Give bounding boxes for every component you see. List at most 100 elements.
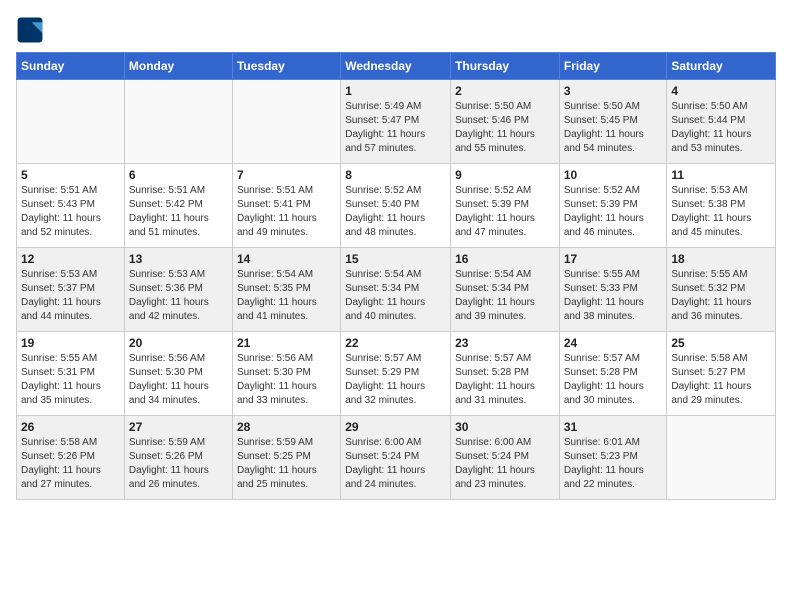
day-number: 16	[455, 252, 555, 266]
day-info: Sunrise: 5:55 AM Sunset: 5:31 PM Dayligh…	[21, 352, 120, 408]
day-info: Sunrise: 5:56 AM Sunset: 5:30 PM Dayligh…	[129, 352, 228, 408]
calendar-header: SundayMondayTuesdayWednesdayThursdayFrid…	[17, 53, 776, 80]
day-info: Sunrise: 5:57 AM Sunset: 5:28 PM Dayligh…	[564, 352, 663, 408]
calendar-cell: 7 Sunrise: 5:51 AM Sunset: 5:41 PM Daylig…	[232, 164, 340, 248]
calendar-cell: 16Sunrise: 5:54 AM Sunset: 5:34 PM Dayli…	[451, 248, 560, 332]
day-info: Sunrise: 5:53 AM Sunset: 5:36 PM Dayligh…	[129, 268, 228, 324]
weekday-header: Friday	[559, 53, 667, 80]
day-info: Sunrise: 5:59 AM Sunset: 5:26 PM Dayligh…	[129, 436, 228, 492]
day-info: Sunrise: 5:53 AM Sunset: 5:37 PM Dayligh…	[21, 268, 120, 324]
day-info: Sunrise: 5:56 AM Sunset: 5:30 PM Dayligh…	[237, 352, 336, 408]
calendar-cell	[232, 80, 340, 164]
day-number: 24	[564, 336, 663, 350]
page-header	[16, 16, 776, 44]
day-number: 22	[345, 336, 446, 350]
day-number: 23	[455, 336, 555, 350]
calendar-cell: 9 Sunrise: 5:52 AM Sunset: 5:39 PM Daylig…	[451, 164, 560, 248]
calendar-week-row: 12 Sunrise: 5:53 AM Sunset: 5:37 PM Dayli…	[17, 248, 776, 332]
day-number: 27	[129, 420, 228, 434]
calendar-cell: 31 Sunrise: 6:01 AM Sunset: 5:23 PM Dayli…	[559, 416, 667, 500]
day-number: 7	[237, 168, 336, 182]
day-number: 26	[21, 420, 120, 434]
day-info: Sunrise: 5:51 AM Sunset: 5:43 PM Dayligh…	[21, 184, 120, 240]
calendar-cell: 28Sunrise: 5:59 AM Sunset: 5:25 PM Dayli…	[232, 416, 340, 500]
calendar-cell	[17, 80, 125, 164]
header-row: SundayMondayTuesdayWednesdayThursdayFrid…	[17, 53, 776, 80]
day-number: 2	[455, 84, 555, 98]
day-info: Sunrise: 5:50 AM Sunset: 5:46 PM Dayligh…	[455, 100, 555, 156]
weekday-header: Tuesday	[232, 53, 340, 80]
calendar-cell: 8Sunrise: 5:52 AM Sunset: 5:40 PM Daylig…	[341, 164, 451, 248]
day-number: 21	[237, 336, 336, 350]
day-info: Sunrise: 5:50 AM Sunset: 5:44 PM Dayligh…	[671, 100, 771, 156]
weekday-header: Sunday	[17, 53, 125, 80]
day-number: 4	[671, 84, 771, 98]
calendar-cell: 11 Sunrise: 5:53 AM Sunset: 5:38 PM Dayli…	[667, 164, 776, 248]
calendar-table: SundayMondayTuesdayWednesdayThursdayFrid…	[16, 52, 776, 500]
calendar-cell: 24 Sunrise: 5:57 AM Sunset: 5:28 PM Dayli…	[559, 332, 667, 416]
day-number: 9	[455, 168, 555, 182]
day-info: Sunrise: 5:52 AM Sunset: 5:40 PM Dayligh…	[345, 184, 446, 240]
day-number: 29	[345, 420, 446, 434]
calendar-cell: 14 Sunrise: 5:54 AM Sunset: 5:35 PM Dayli…	[232, 248, 340, 332]
calendar-cell: 23 Sunrise: 5:57 AM Sunset: 5:28 PM Dayli…	[451, 332, 560, 416]
day-info: Sunrise: 6:01 AM Sunset: 5:23 PM Dayligh…	[564, 436, 663, 492]
calendar-cell: 21 Sunrise: 5:56 AM Sunset: 5:30 PM Dayli…	[232, 332, 340, 416]
day-number: 1	[345, 84, 446, 98]
calendar-cell	[667, 416, 776, 500]
calendar-cell: 13Sunrise: 5:53 AM Sunset: 5:36 PM Dayli…	[124, 248, 232, 332]
calendar-cell	[124, 80, 232, 164]
calendar-cell: 15 Sunrise: 5:54 AM Sunset: 5:34 PM Dayli…	[341, 248, 451, 332]
day-info: Sunrise: 5:54 AM Sunset: 5:34 PM Dayligh…	[345, 268, 446, 324]
day-number: 20	[129, 336, 228, 350]
calendar-week-row: 5 Sunrise: 5:51 AM Sunset: 5:43 PM Daylig…	[17, 164, 776, 248]
calendar-cell: 17Sunrise: 5:55 AM Sunset: 5:33 PM Dayli…	[559, 248, 667, 332]
day-number: 12	[21, 252, 120, 266]
day-info: Sunrise: 6:00 AM Sunset: 5:24 PM Dayligh…	[455, 436, 555, 492]
day-number: 3	[564, 84, 663, 98]
day-info: Sunrise: 6:00 AM Sunset: 5:24 PM Dayligh…	[345, 436, 446, 492]
calendar-cell: 26 Sunrise: 5:58 AM Sunset: 5:26 PM Dayli…	[17, 416, 125, 500]
day-info: Sunrise: 5:49 AM Sunset: 5:47 PM Dayligh…	[345, 100, 446, 156]
day-number: 31	[564, 420, 663, 434]
day-info: Sunrise: 5:57 AM Sunset: 5:29 PM Dayligh…	[345, 352, 446, 408]
calendar-cell: 30 Sunrise: 6:00 AM Sunset: 5:24 PM Dayli…	[451, 416, 560, 500]
day-info: Sunrise: 5:54 AM Sunset: 5:35 PM Dayligh…	[237, 268, 336, 324]
calendar-body: 1 Sunrise: 5:49 AM Sunset: 5:47 PM Daylig…	[17, 80, 776, 500]
day-number: 11	[671, 168, 771, 182]
day-info: Sunrise: 5:50 AM Sunset: 5:45 PM Dayligh…	[564, 100, 663, 156]
day-info: Sunrise: 5:51 AM Sunset: 5:42 PM Dayligh…	[129, 184, 228, 240]
calendar-cell: 22 Sunrise: 5:57 AM Sunset: 5:29 PM Dayli…	[341, 332, 451, 416]
calendar-cell: 20 Sunrise: 5:56 AM Sunset: 5:30 PM Dayli…	[124, 332, 232, 416]
calendar-cell: 18Sunrise: 5:55 AM Sunset: 5:32 PM Dayli…	[667, 248, 776, 332]
day-number: 14	[237, 252, 336, 266]
calendar-cell: 27 Sunrise: 5:59 AM Sunset: 5:26 PM Dayli…	[124, 416, 232, 500]
day-number: 30	[455, 420, 555, 434]
day-info: Sunrise: 5:55 AM Sunset: 5:33 PM Dayligh…	[564, 268, 663, 324]
day-info: Sunrise: 5:52 AM Sunset: 5:39 PM Dayligh…	[455, 184, 555, 240]
day-number: 5	[21, 168, 120, 182]
day-info: Sunrise: 5:57 AM Sunset: 5:28 PM Dayligh…	[455, 352, 555, 408]
calendar-cell: 1 Sunrise: 5:49 AM Sunset: 5:47 PM Daylig…	[341, 80, 451, 164]
day-info: Sunrise: 5:51 AM Sunset: 5:41 PM Dayligh…	[237, 184, 336, 240]
calendar-week-row: 1 Sunrise: 5:49 AM Sunset: 5:47 PM Daylig…	[17, 80, 776, 164]
weekday-header: Saturday	[667, 53, 776, 80]
day-number: 28	[237, 420, 336, 434]
calendar-cell: 12 Sunrise: 5:53 AM Sunset: 5:37 PM Dayli…	[17, 248, 125, 332]
day-info: Sunrise: 5:58 AM Sunset: 5:26 PM Dayligh…	[21, 436, 120, 492]
day-number: 18	[671, 252, 771, 266]
day-number: 6	[129, 168, 228, 182]
calendar-cell: 29 Sunrise: 6:00 AM Sunset: 5:24 PM Dayli…	[341, 416, 451, 500]
calendar-cell: 19Sunrise: 5:55 AM Sunset: 5:31 PM Dayli…	[17, 332, 125, 416]
calendar-week-row: 19Sunrise: 5:55 AM Sunset: 5:31 PM Dayli…	[17, 332, 776, 416]
day-number: 15	[345, 252, 446, 266]
calendar-cell: 3 Sunrise: 5:50 AM Sunset: 5:45 PM Daylig…	[559, 80, 667, 164]
calendar-week-row: 26 Sunrise: 5:58 AM Sunset: 5:26 PM Dayli…	[17, 416, 776, 500]
calendar-cell: 6 Sunrise: 5:51 AM Sunset: 5:42 PM Daylig…	[124, 164, 232, 248]
calendar-cell: 5 Sunrise: 5:51 AM Sunset: 5:43 PM Daylig…	[17, 164, 125, 248]
calendar-cell: 10Sunrise: 5:52 AM Sunset: 5:39 PM Dayli…	[559, 164, 667, 248]
logo	[16, 16, 48, 44]
day-info: Sunrise: 5:53 AM Sunset: 5:38 PM Dayligh…	[671, 184, 771, 240]
weekday-header: Monday	[124, 53, 232, 80]
weekday-header: Wednesday	[341, 53, 451, 80]
